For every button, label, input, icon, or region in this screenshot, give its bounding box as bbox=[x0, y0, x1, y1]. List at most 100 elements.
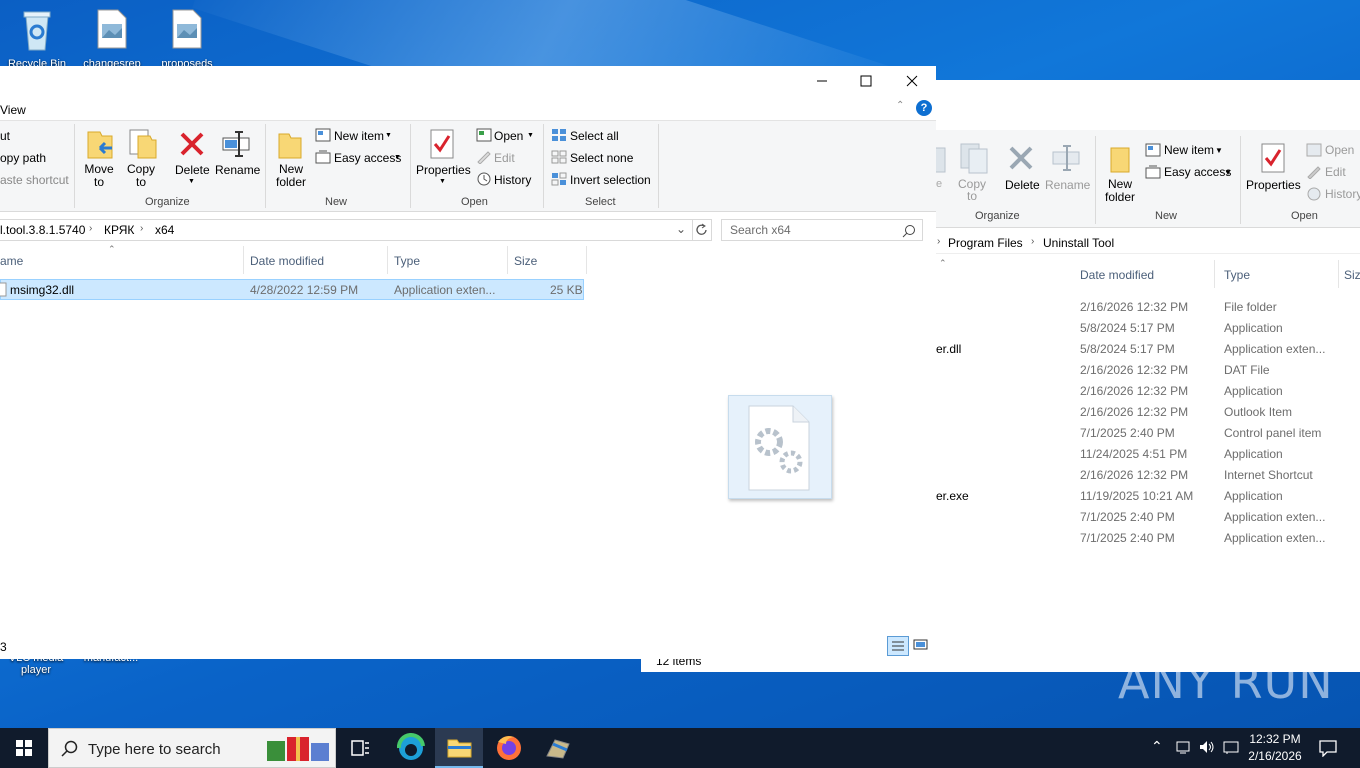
edge-taskbar-button[interactable] bbox=[386, 728, 434, 768]
desktop-icon-proposeds[interactable]: proposeds bbox=[152, 8, 222, 70]
file-explorer-taskbar-button[interactable] bbox=[435, 728, 483, 768]
rename-button[interactable]: Rename bbox=[1045, 178, 1090, 192]
edit-icon bbox=[1306, 165, 1322, 182]
chevron-down-icon[interactable]: ⌄ bbox=[676, 222, 686, 236]
ribbon-collapse-icon[interactable]: ⌃ bbox=[896, 100, 904, 111]
minimize-button[interactable] bbox=[799, 66, 845, 96]
help-icon[interactable]: ? bbox=[916, 100, 932, 116]
maximize-button[interactable] bbox=[843, 66, 889, 96]
taskbar-search-box[interactable]: Type here to search bbox=[48, 728, 336, 768]
column-size[interactable]: Size bbox=[514, 254, 537, 268]
easy-access-button[interactable]: Easy access bbox=[334, 151, 401, 165]
open-button[interactable]: Open bbox=[1325, 143, 1354, 157]
file-date: 2/16/2026 12:32 PM bbox=[1080, 363, 1189, 377]
firefox-icon bbox=[497, 736, 521, 760]
image-file-icon bbox=[171, 8, 203, 50]
recycle-bin-icon bbox=[18, 8, 56, 52]
address-bar[interactable]: l.tool.3.8.1.5740 › КРЯК › x64 ⌄ bbox=[0, 219, 693, 241]
edit-button[interactable]: Edit bbox=[1325, 165, 1346, 179]
copy-to-button[interactable]: Copy to bbox=[126, 163, 156, 189]
file-date: 7/1/2025 2:40 PM bbox=[1080, 531, 1175, 545]
select-group-label: Select bbox=[585, 196, 616, 208]
details-view-button[interactable] bbox=[887, 636, 909, 656]
column-date-modified[interactable]: Date modified bbox=[250, 254, 324, 268]
file-date: 2/16/2026 12:32 PM bbox=[1080, 300, 1189, 314]
explorer-window-x64[interactable]: View ⌃ ? ut opy path aste shortcut Move … bbox=[0, 66, 936, 659]
volume-icon[interactable] bbox=[1198, 739, 1216, 758]
breadcrumb-x64[interactable]: x64 bbox=[155, 223, 174, 237]
column-divider bbox=[1214, 260, 1215, 288]
delete-button[interactable]: Delete bbox=[1005, 178, 1040, 192]
column-date-modified[interactable]: Date modified bbox=[1080, 268, 1154, 282]
breadcrumb-program-files[interactable]: Program Files bbox=[948, 236, 1023, 250]
column-size[interactable]: Siz bbox=[1344, 268, 1360, 282]
tab-view[interactable]: View bbox=[0, 103, 26, 117]
file-date: 5/8/2024 5:17 PM bbox=[1080, 321, 1175, 335]
ribbon-divider bbox=[1240, 136, 1241, 224]
show-hidden-icons-button[interactable]: ⌃ bbox=[1151, 738, 1163, 755]
ribbon-divider bbox=[410, 124, 411, 208]
file-date: 2/16/2026 12:32 PM bbox=[1080, 384, 1189, 398]
column-type[interactable]: Type bbox=[1224, 268, 1250, 282]
task-view-button[interactable] bbox=[336, 728, 384, 768]
invert-selection-button[interactable]: Invert selection bbox=[570, 173, 651, 187]
column-type[interactable]: Type bbox=[394, 254, 420, 268]
copy-to-button[interactable]: Copy to bbox=[958, 178, 986, 202]
file-type: Application exten... bbox=[1224, 342, 1326, 356]
file-date: 4/28/2022 12:59 PM bbox=[250, 283, 359, 297]
new-item-button[interactable]: New item bbox=[1164, 143, 1214, 157]
breadcrumb-krack[interactable]: КРЯК bbox=[104, 223, 134, 237]
app-taskbar-button[interactable] bbox=[533, 728, 581, 768]
table-row[interactable]: msimg32.dll 4/28/2022 12:59 PM Applicati… bbox=[0, 279, 584, 300]
installer-icon bbox=[546, 739, 570, 759]
maximize-icon bbox=[860, 75, 872, 87]
ribbon-divider bbox=[265, 124, 266, 208]
edit-button[interactable]: Edit bbox=[494, 151, 515, 165]
file-type: Application exten... bbox=[1224, 531, 1326, 545]
search-input[interactable]: Search x64 bbox=[721, 219, 923, 241]
properties-button[interactable]: Properties bbox=[416, 163, 471, 177]
file-type: Application bbox=[1224, 321, 1283, 335]
new-folder-button[interactable]: New folder bbox=[272, 163, 310, 189]
breadcrumb-uninstall-tool[interactable]: Uninstall Tool bbox=[1043, 236, 1114, 250]
copy-path-button[interactable]: opy path bbox=[0, 151, 46, 165]
rename-button[interactable]: Rename bbox=[215, 163, 260, 177]
move-to-icon bbox=[934, 142, 947, 177]
select-all-button[interactable]: Select all bbox=[570, 129, 619, 143]
properties-button[interactable]: Properties bbox=[1246, 178, 1301, 192]
clock[interactable]: 12:32 PM 2/16/2026 bbox=[1244, 732, 1306, 763]
cut-button[interactable]: ut bbox=[0, 129, 10, 143]
paste-shortcut-button[interactable]: aste shortcut bbox=[0, 173, 69, 187]
history-icon bbox=[476, 172, 492, 189]
new-item-icon bbox=[315, 128, 331, 145]
easy-access-button[interactable]: Easy access bbox=[1164, 165, 1231, 179]
network-icon[interactable] bbox=[1175, 739, 1191, 758]
column-name[interactable]: ame bbox=[0, 254, 23, 268]
anyrun-watermark: ANY RUN bbox=[1118, 655, 1334, 709]
new-item-button[interactable]: New item bbox=[334, 129, 384, 143]
file-type: Application bbox=[1224, 447, 1283, 461]
chevron-down-icon: ▼ bbox=[188, 178, 195, 185]
start-button[interactable] bbox=[0, 728, 48, 768]
history-button[interactable]: History bbox=[494, 173, 531, 187]
refresh-button[interactable] bbox=[692, 219, 712, 241]
history-button[interactable]: History bbox=[1325, 187, 1360, 201]
input-indicator-icon[interactable] bbox=[1222, 739, 1240, 758]
firefox-taskbar-button[interactable] bbox=[484, 728, 532, 768]
select-none-button[interactable]: Select none bbox=[570, 151, 633, 165]
close-button[interactable] bbox=[889, 66, 935, 96]
image-file-icon bbox=[96, 8, 128, 50]
large-icons-view-button[interactable] bbox=[911, 636, 931, 656]
delete-icon bbox=[1007, 144, 1035, 175]
open-button[interactable]: Open bbox=[494, 129, 523, 143]
file-type: Control panel item bbox=[1224, 426, 1322, 440]
desktop-icon-changesrep[interactable]: changesrep bbox=[77, 8, 147, 70]
new-folder-button[interactable]: New folder bbox=[1102, 178, 1138, 204]
desktop-icon-recycle-bin[interactable]: Recycle Bin bbox=[2, 8, 72, 70]
notifications-button[interactable] bbox=[1318, 739, 1338, 760]
breadcrumb-tool-folder[interactable]: l.tool.3.8.1.5740 bbox=[0, 223, 85, 237]
delete-button[interactable]: Delete bbox=[175, 163, 210, 177]
move-to-button[interactable]: Move to bbox=[84, 163, 114, 189]
file-type: Application bbox=[1224, 489, 1283, 503]
chevron-right-icon: › bbox=[1031, 236, 1035, 247]
